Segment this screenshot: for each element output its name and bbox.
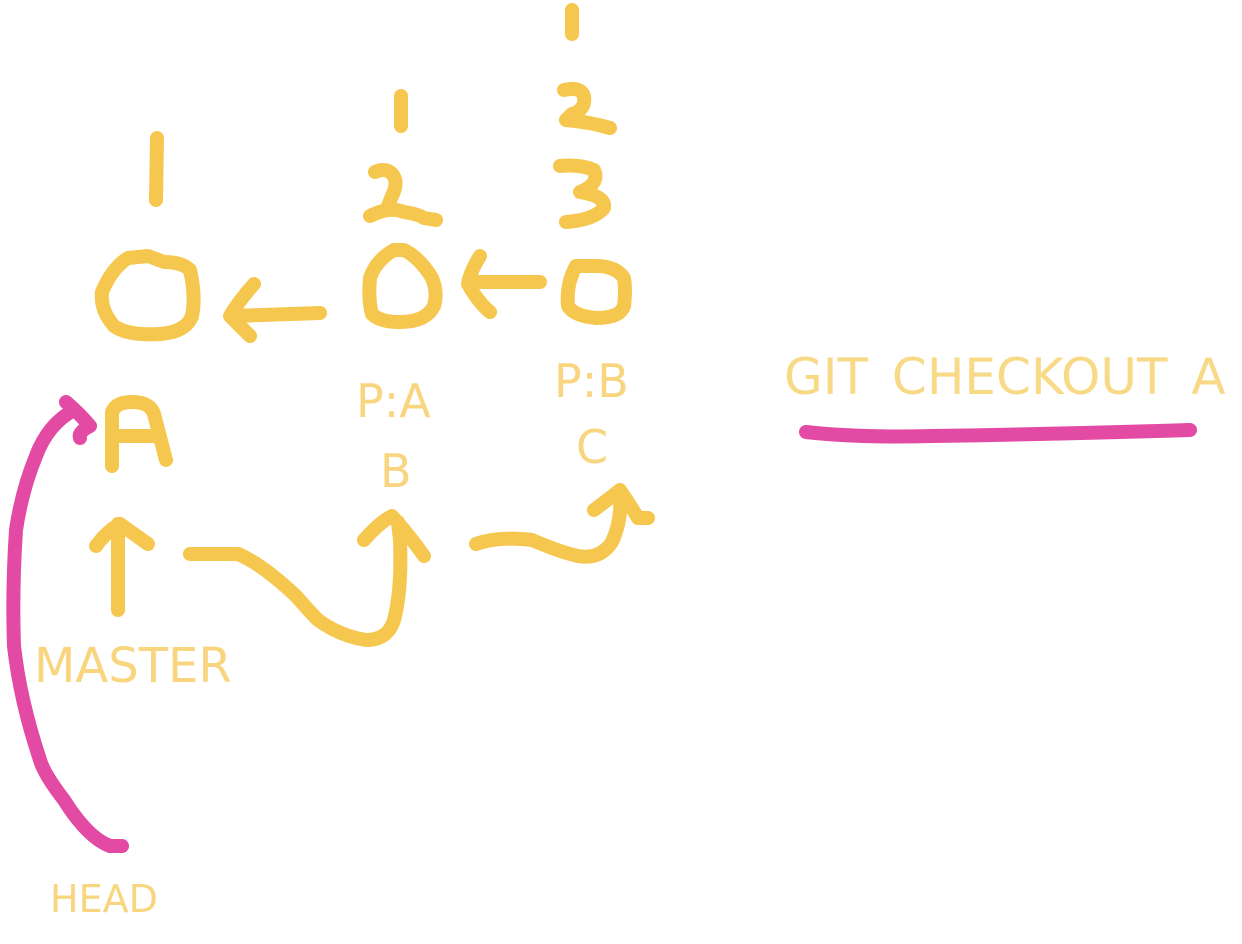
master-arrow xyxy=(89,517,155,617)
commit-c-line-count-mark-2 xyxy=(557,81,617,135)
commit-c-circle xyxy=(560,259,632,325)
commit-a-letter-glyph xyxy=(105,395,173,473)
commit-b-parent-label: P:A xyxy=(356,374,431,428)
master-pointer xyxy=(89,483,655,647)
head-label: HEAD xyxy=(50,877,158,921)
commit-a xyxy=(94,131,201,473)
commit-b-name-label: B xyxy=(380,444,412,498)
commit-c-line-count-mark-3 xyxy=(553,158,612,229)
head-arrow xyxy=(6,403,129,853)
commit-a-circle xyxy=(94,249,201,342)
diagram-canvas: GIT CHECKOUT A MASTER HEAD P:A B P:B C xyxy=(0,0,1242,944)
commit-b-line-count-mark-2 xyxy=(363,163,443,227)
git-command-label: GIT CHECKOUT A xyxy=(784,348,1226,406)
commit-b xyxy=(362,89,443,329)
diagram-drawing xyxy=(6,3,1197,853)
command-underline xyxy=(799,423,1197,444)
commit-b-circle xyxy=(362,243,443,329)
arrow-b-to-a xyxy=(223,277,327,343)
commit-c xyxy=(553,3,632,325)
master-label: MASTER xyxy=(34,638,232,694)
commit-a-line-count-mark xyxy=(149,131,164,207)
commit-c-parent-label: P:B xyxy=(554,354,629,408)
commit-c-name-label: C xyxy=(576,420,609,474)
arrow-c-to-b xyxy=(461,249,547,319)
